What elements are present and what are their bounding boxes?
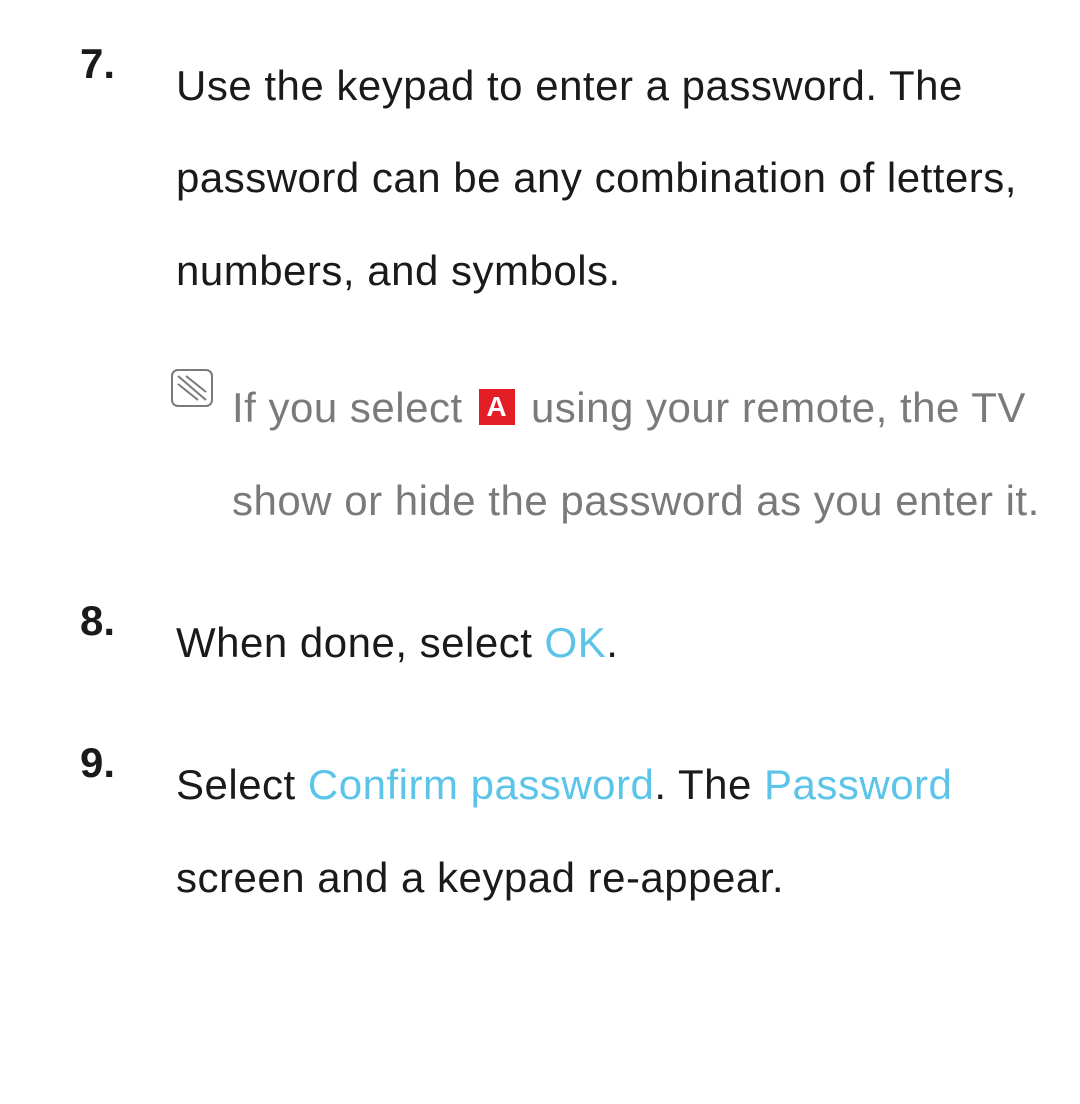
note-icon bbox=[170, 368, 214, 408]
password-link: Password bbox=[764, 761, 952, 808]
item-text: When done, select OK. bbox=[176, 597, 1040, 689]
note-text: If you select A using your remote, the T… bbox=[232, 362, 1040, 547]
text-prefix: Select bbox=[176, 761, 308, 808]
note-prefix: If you select bbox=[232, 384, 475, 431]
note-block: If you select A using your remote, the T… bbox=[232, 362, 1040, 547]
text-prefix: When done, select bbox=[176, 619, 545, 666]
item-number: 7. bbox=[60, 40, 115, 88]
list-item-9: 9. Select Confirm password. The Password… bbox=[120, 739, 1040, 924]
text-mid: . The bbox=[654, 761, 764, 808]
item-text: Select Confirm password. The Password sc… bbox=[176, 739, 1040, 924]
item-text: Use the keypad to enter a password. The … bbox=[176, 40, 1040, 317]
item-content: Select Confirm password. The Password sc… bbox=[176, 739, 1040, 924]
item-number: 8. bbox=[60, 597, 115, 645]
ok-link: OK bbox=[545, 619, 607, 666]
text-suffix: screen and a keypad re-appear. bbox=[176, 854, 784, 901]
a-button-badge: A bbox=[479, 389, 515, 425]
text-suffix: . bbox=[606, 619, 618, 666]
item-content: Use the keypad to enter a password. The … bbox=[176, 40, 1040, 547]
item-number: 9. bbox=[60, 739, 115, 787]
item-content: When done, select OK. bbox=[176, 597, 1040, 689]
confirm-password-link: Confirm password bbox=[308, 761, 654, 808]
list-item-8: 8. When done, select OK. bbox=[120, 597, 1040, 689]
list-item-7: 7. Use the keypad to enter a password. T… bbox=[120, 40, 1040, 547]
